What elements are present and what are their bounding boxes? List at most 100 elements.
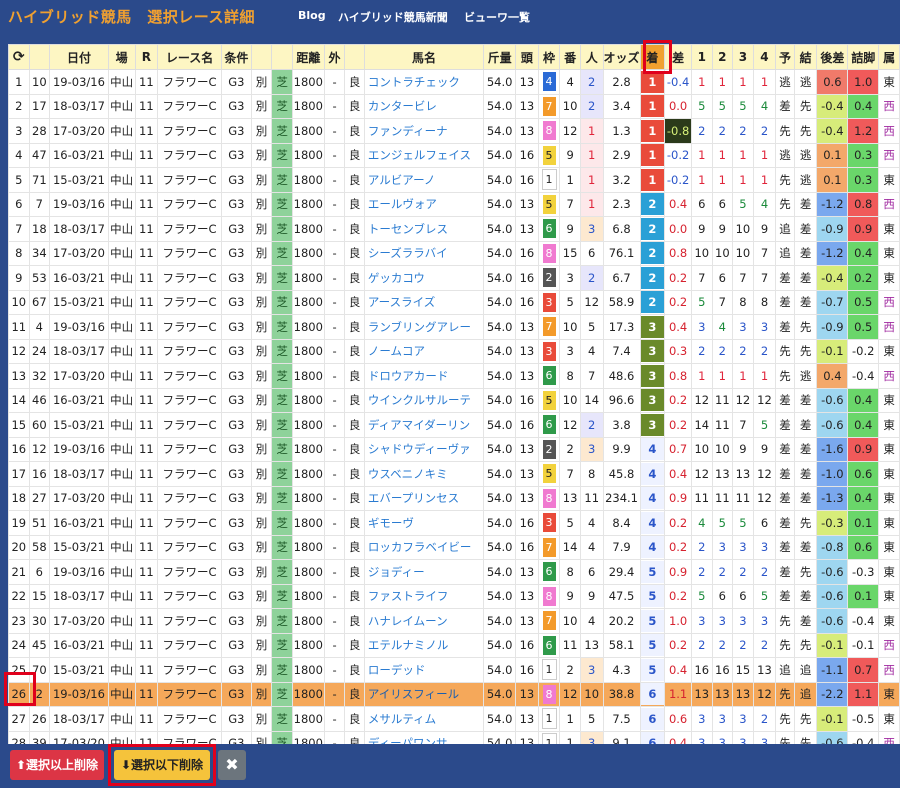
cell-region: 東 [878,387,900,413]
table-row[interactable]: 7 18 18-03/17 中山 11 フラワーC G3 別芝 1800- 良トーセンブレス 54.… [8,216,900,242]
cell-horse-name[interactable]: アースライズ [363,289,485,315]
table-row[interactable]: 1 10 19-03/16 中山 11 フラワーC G3 別芝 1800- 良コントラチェック 54… [8,69,900,95]
col-header-pos1[interactable]: 1 [690,44,713,70]
cell-horse-name[interactable]: ジョディー [363,559,485,585]
table-row[interactable]: 20 58 15-03/21 中山 11 フラワーC G3 別芝 1800- 良ロッカフラベイビー… [8,534,900,560]
cell-horse-name[interactable]: ディーパワンサ [363,730,485,744]
col-header-odds[interactable]: オッズ [602,44,641,70]
race-table-container[interactable]: ⟳ 日付場 R レース名 条件 距離外馬名 斤量頭枠番人オッズ着差 1 2 3 4 予結後差 詰脚属 1… [8,44,900,744]
table-row[interactable]: 8 34 17-03/20 中山 11 フラワーC G3 別芝 1800- 良シーズララバイ 54.… [8,240,900,266]
table-row[interactable]: 27 26 18-03/17 中山 11 フラワーC G3 別芝 1800- 良メサルティム 54.… [8,706,900,732]
col-header-weight[interactable]: 斤量 [483,44,517,70]
col-header-pos4[interactable]: 4 [752,44,777,70]
close-button[interactable]: ✖ [218,750,246,780]
col-header-horse-name[interactable]: 馬名 [363,44,485,70]
col-header-popularity[interactable]: 人 [579,44,604,70]
table-row[interactable]: 2 17 18-03/17 中山 11 フラワーC G3 別芝 1800- 良カンタービレ 54.0… [8,93,900,119]
col-header-class[interactable] [250,44,273,70]
cell-pos4: 3 [752,314,777,340]
table-row[interactable]: 24 45 16-03/21 中山 11 フラワーC G3 別芝 1800- 良エテルナミノル 54… [8,632,900,658]
col-header-pred[interactable]: 予 [775,44,795,70]
table-row[interactable]: 6 7 19-03/16 中山 11 フラワーC G3 別芝 1800- 良エールヴォア 54.0 1… [8,191,900,217]
col-header-date[interactable]: 日付 [49,44,109,70]
cell-horse-name[interactable]: エールヴォア [363,191,485,217]
col-header-surface[interactable] [271,44,293,70]
finish-badge: 5 [641,560,664,583]
cell-horse-name[interactable]: ギモーヴ [363,510,485,536]
col-header-region[interactable]: 属 [878,44,900,70]
col-header-race-name[interactable]: レース名 [157,44,222,70]
refresh-icon[interactable]: ⟳ [13,49,25,65]
cell-horse-name[interactable]: ノームコア [363,338,485,364]
col-header-distance[interactable]: 距離 [291,44,325,70]
table-row[interactable]: 13 32 17-03/20 中山 11 フラワーC G3 別芝 1800- 良ドロウアカード 54… [8,363,900,389]
cell-horse-name[interactable]: シーズララバイ [363,240,485,266]
col-header-going[interactable] [344,44,365,70]
nav-link-blog[interactable]: Blog [298,9,326,22]
cell-horse-name[interactable]: アイリスフィール [363,681,485,707]
table-row[interactable]: 10 67 15-03/21 中山 11 フラワーC G3 別芝 1800- 良アースライズ 54.… [8,289,900,315]
col-header-rank[interactable] [28,44,51,70]
cell-horse-name[interactable]: ドロウアカード [363,363,485,389]
cell-horse-name[interactable]: メサルティム [363,706,485,732]
cell-horse-name[interactable]: アルビアーノ [363,167,485,193]
table-row[interactable]: 16 12 19-03/16 中山 11 フラワーC G3 別芝 1800- 良シャドウディーヴァ… [8,436,900,462]
cell-horse-name[interactable]: トーセンブレス [363,216,485,242]
table-row[interactable]: 3 28 17-03/20 中山 11 フラワーC G3 別芝 1800- 良ファンディーナ 54.… [8,118,900,144]
cell-horse-name[interactable]: シャドウディーヴァ [363,436,485,462]
table-row[interactable]: 11 4 19-03/16 中山 11 フラワーC G3 別芝 1800- 良ランブリングアレー 5… [8,314,900,340]
table-row[interactable]: 4 47 16-03/21 中山 11 フラワーC G3 別芝 1800- 良エンジェルフェイス 5… [8,142,900,168]
cell-horse-name[interactable]: エテルナミノル [363,632,485,658]
cell-horse-name[interactable]: ランブリングアレー [363,314,485,340]
delete-below-button[interactable]: ⬇選択以下削除 [114,750,210,780]
col-header-margin[interactable]: 差 [664,44,692,70]
cell-horse-name[interactable]: ローデッド [363,657,485,683]
brand-title[interactable]: ハイブリッド競馬 選択レース詳細 [8,6,255,27]
col-header-pos3[interactable]: 3 [732,44,754,70]
nav-link-viewer-list[interactable]: ビューワ一覧 [464,9,530,25]
cell-horse-name[interactable]: カンタービレ [363,93,485,119]
table-row[interactable]: 21 6 19-03/16 中山 11 フラワーC G3 別芝 1800- 良ジョディー 54.0 1… [8,559,900,585]
col-header-venue[interactable]: 場 [107,44,136,70]
cell-horse-name[interactable]: ロッカフラベイビー [363,534,485,560]
cell-horse-name[interactable]: エバープリンセス [363,485,485,511]
col-header-finish[interactable]: 着 [639,44,666,70]
table-row[interactable]: 12 24 18-03/17 中山 11 フラワーC G3 別芝 1800- 良ノームコア 54.0… [8,338,900,364]
cell-horse-name[interactable]: ウスベニノキミ [363,461,485,487]
cell-horse-name[interactable]: ファンディーナ [363,118,485,144]
table-row[interactable]: 5 71 15-03/21 中山 11 フラワーC G3 別芝 1800- 良アルビアーノ 54.0… [8,167,900,193]
table-row[interactable]: 17 16 18-03/17 中山 11 フラワーC G3 別芝 1800- 良ウスベニノキミ 54… [8,461,900,487]
cell-race-name: フラワーC [157,363,222,389]
table-row[interactable]: 25 70 15-03/21 中山 11 フラワーC G3 別芝 1800- 良ローデッド 54.0… [8,657,900,683]
table-row[interactable]: 15 60 15-03/21 中山 11 フラワーC G3 別芝 1800- 良ディアマイダーリン… [8,412,900,438]
table-row[interactable]: 9 53 16-03/21 中山 11 フラワーC G3 別芝 1800- 良ゲッカコウ 54.0 1… [8,265,900,291]
cell-horse-name[interactable]: コントラチェック [363,69,485,95]
cell-horse-name[interactable]: ゲッカコウ [363,265,485,291]
cell-rank: 34 [28,240,51,266]
table-row[interactable]: 26 2 19-03/16 中山 11 フラワーC G3 別芝 1800- 良アイリスフィール 54… [8,681,900,707]
col-header-race-no[interactable]: R [134,44,159,70]
table-row[interactable]: 14 46 16-03/21 中山 11 フラワーC G3 別芝 1800- 良ウインクルサルーテ… [8,387,900,413]
col-header-result[interactable]: 結 [793,44,818,70]
delete-above-button[interactable]: ⬆選択以上削除 [10,750,104,780]
col-header-number[interactable]: 番 [559,44,581,70]
col-header-gate[interactable]: 枠 [537,44,561,70]
table-row[interactable]: 22 15 18-03/17 中山 11 フラワーC G3 別芝 1800- 良ファストライフ 54… [8,583,900,609]
cell-horse-name[interactable]: ハナレイムーン [363,608,485,634]
table-row[interactable]: 19 51 16-03/21 中山 11 フラワーC G3 別芝 1800- 良ギモーヴ 54.0 1… [8,510,900,536]
table-row[interactable]: 28 39 17-03/20 中山 11 フラワーC G3 別芝 1800- 良ディーパワンサ 54… [8,730,900,744]
nav-link-newspaper[interactable]: ハイブリッド競馬新聞 [338,9,448,25]
table-row[interactable]: 18 27 17-03/20 中山 11 フラワーC G3 別芝 1800- 良エバープリンセス 5… [8,485,900,511]
col-header-late-diff[interactable]: 後差 [816,44,849,70]
col-header-refresh[interactable]: ⟳ [8,44,30,70]
col-header-grade[interactable]: 条件 [220,44,252,70]
col-header-runners[interactable]: 頭 [515,44,539,70]
table-row[interactable]: 23 30 17-03/20 中山 11 フラワーC G3 別芝 1800- 良ハナレイムーン 54… [8,608,900,634]
col-header-closing[interactable]: 詰脚 [847,44,880,70]
col-header-outer[interactable]: 外 [323,44,346,70]
cell-horse-name[interactable]: エンジェルフェイス [363,142,485,168]
col-header-pos2[interactable]: 2 [711,44,734,70]
cell-horse-name[interactable]: ウインクルサルーテ [363,387,485,413]
cell-horse-name[interactable]: ファストライフ [363,583,485,609]
cell-horse-name[interactable]: ディアマイダーリン [363,412,485,438]
